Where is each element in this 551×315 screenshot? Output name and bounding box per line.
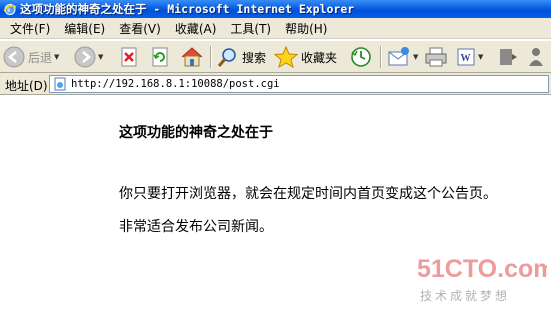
watermark-slogan: 技术成就梦想 <box>420 289 511 303</box>
refresh-button[interactable] <box>150 44 170 70</box>
window-title: 这项功能的神奇之处在于 - Microsoft Internet Explore… <box>20 2 355 16</box>
stop-icon <box>121 47 137 67</box>
edit-dropdown-icon[interactable]: ▼ <box>478 53 483 61</box>
forward-button[interactable]: ▼ <box>74 44 103 70</box>
word-edit-icon: W <box>457 48 475 66</box>
home-icon <box>181 47 203 67</box>
page-icon <box>54 77 66 91</box>
title-bar: e 这项功能的神奇之处在于 - Microsoft Internet Explo… <box>0 0 551 18</box>
menu-help[interactable]: 帮助(H) <box>278 20 334 37</box>
star-icon <box>274 46 298 68</box>
forward-dropdown-icon[interactable]: ▼ <box>98 53 103 61</box>
menu-tools[interactable]: 工具(T) <box>223 20 278 37</box>
history-button[interactable] <box>349 44 373 70</box>
address-input[interactable] <box>71 76 531 92</box>
watermark-logo-text: 51CTO.com <box>417 255 547 283</box>
forward-arrow-icon <box>74 46 96 68</box>
favorites-button[interactable]: 收藏夹 <box>274 44 337 70</box>
page-heading: 这项功能的神奇之处在于 <box>119 125 273 141</box>
search-label: 搜索 <box>242 50 267 65</box>
standard-toolbar: 后退 ▼ ▼ 搜索 收藏夹 ▼ W ▼ <box>0 40 551 73</box>
toolbar-separator <box>380 46 382 68</box>
back-dropdown-icon[interactable]: ▼ <box>54 53 59 61</box>
svg-text:W: W <box>461 53 471 64</box>
menu-bar: 文件(F) 编辑(E) 查看(V) 收藏(A) 工具(T) 帮助(H) <box>0 18 551 39</box>
mail-button[interactable]: ▼ <box>387 44 418 70</box>
back-button[interactable]: 后退 ▼ <box>3 44 59 70</box>
menu-view[interactable]: 查看(V) <box>112 20 168 37</box>
paragraph: 非常适合发布公司新闻。 <box>119 219 273 235</box>
menu-favorites[interactable]: 收藏(A) <box>168 20 224 37</box>
stop-button[interactable] <box>119 44 139 70</box>
back-label: 后退 <box>28 50 53 65</box>
search-button[interactable]: 搜索 <box>217 44 266 70</box>
printer-icon <box>425 47 447 67</box>
discuss-button[interactable] <box>497 44 519 70</box>
edit-button[interactable]: W ▼ <box>456 44 483 70</box>
paragraph: 你只要打开浏览器，就会在规定时间内首页变成这个公告页。 <box>119 186 497 202</box>
home-button[interactable] <box>180 44 204 70</box>
print-button[interactable] <box>424 44 448 70</box>
refresh-icon <box>152 47 168 67</box>
ie-icon: e <box>3 4 17 15</box>
menu-file[interactable]: 文件(F) <box>3 20 57 37</box>
favorites-label: 收藏夹 <box>301 50 338 65</box>
menu-edit[interactable]: 编辑(E) <box>57 20 112 37</box>
toolbar-separator <box>210 46 212 68</box>
page-content: 这项功能的神奇之处在于 你只要打开浏览器，就会在规定时间内首页变成这个公告页。 … <box>0 96 551 315</box>
address-label: 地址(D) <box>5 79 48 93</box>
address-box[interactable] <box>49 75 549 93</box>
svg-text:e: e <box>7 6 10 14</box>
address-bar: 地址(D) <box>0 73 551 95</box>
back-arrow-icon <box>3 46 25 68</box>
messenger-button[interactable] <box>527 44 547 70</box>
search-icon <box>217 48 236 67</box>
mail-dropdown-icon[interactable]: ▼ <box>413 53 418 61</box>
messenger-icon <box>529 48 543 66</box>
watermark-logo: 51CTO.com <box>417 255 547 283</box>
mail-icon <box>388 47 409 66</box>
history-icon <box>351 47 371 67</box>
discuss-icon <box>500 49 517 65</box>
